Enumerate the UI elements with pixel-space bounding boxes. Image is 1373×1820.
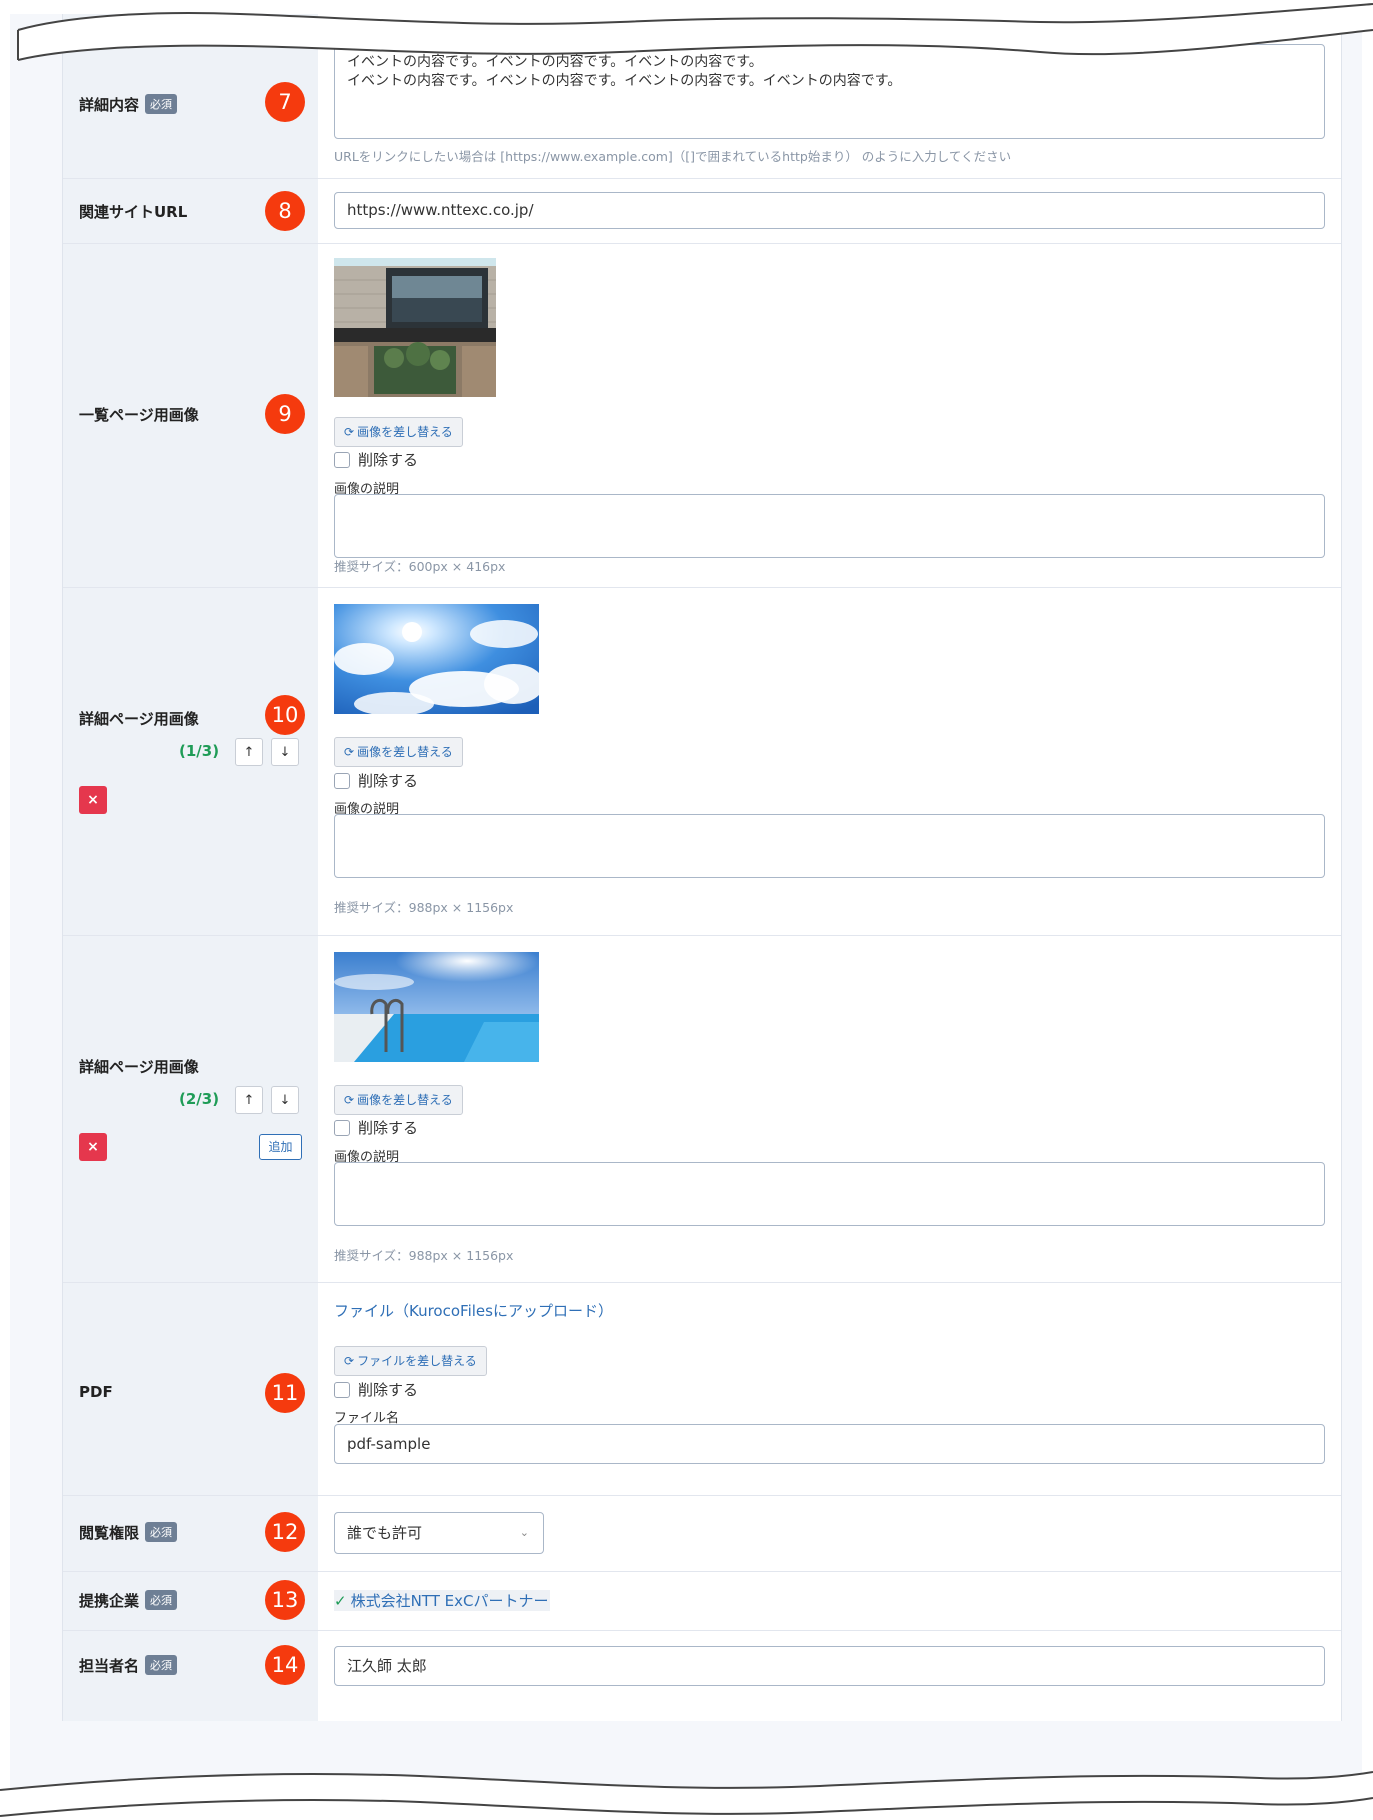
row-partner: 提携企業 必須 13 ✓ 株式会社NTT ExCパートナー [63, 1572, 1341, 1631]
field-label: 閲覧権限 必須 [79, 1522, 178, 1543]
label-cell: 一覧ページ用画像 9 [63, 244, 318, 587]
sky-thumbnail-image [334, 604, 539, 714]
step-number-badge: 11 [265, 1373, 305, 1413]
uploaded-file-link[interactable]: ファイル（KurocoFilesにアップロード） [334, 1300, 613, 1321]
step-number-badge: 9 [265, 394, 305, 434]
delete-checkbox[interactable]: 削除する [334, 1117, 418, 1138]
recommended-size-hint: 推奨サイズ：988px × 1156px [334, 1248, 514, 1263]
field-label: 詳細ページ用画像 [79, 1058, 199, 1076]
image-order-text: (1/3) [179, 742, 220, 760]
required-badge: 必須 [145, 1655, 178, 1675]
label-cell: 担当者名 必須 14 [63, 1631, 318, 1721]
checkbox-box[interactable] [334, 1119, 350, 1136]
replace-image-button[interactable]: ⟳ 画像を差し替える [334, 417, 463, 447]
remove-image-button[interactable]: × [79, 1133, 107, 1161]
delete-checkbox[interactable]: 削除する [334, 1379, 418, 1400]
label-cell: 関連サイトURL 8 [63, 179, 318, 243]
content-cell: ⟳ 画像を差し替える 削除する 画像の説明 推奨サイズ：600px × 416px [318, 244, 1341, 587]
recommended-size-hint: 推奨サイズ：988px × 1156px [334, 900, 514, 915]
row-related-url: 関連サイトURL 8 https://www.nttexc.co.jp/ [63, 179, 1341, 244]
row-permission: 閲覧権限 必須 12 誰でも許可 ⌄ [63, 1496, 1341, 1572]
permission-selected-value: 誰でも許可 [347, 1524, 423, 1542]
add-image-button[interactable]: 追加 [259, 1134, 302, 1160]
replace-file-button[interactable]: ⟳ ファイルを差し替える [334, 1346, 487, 1376]
refresh-icon: ⟳ [344, 1354, 355, 1368]
form-sheet: 詳細内容 必須 7 イベントの内容です。イベントの内容です。イベントの内容です。 … [10, 14, 1362, 1814]
checkbox-box[interactable] [334, 1381, 350, 1398]
remove-image-button[interactable]: × [79, 786, 107, 814]
content-cell: ✓ 株式会社NTT ExCパートナー [318, 1572, 1341, 1630]
step-number-badge: 7 [265, 82, 305, 122]
move-up-button[interactable]: ↑ [235, 738, 263, 766]
field-label: 詳細内容 必須 [79, 94, 178, 115]
delete-checkbox[interactable]: 削除する [334, 449, 418, 470]
step-number-badge: 10 [265, 695, 305, 735]
field-label: 一覧ページ用画像 [79, 406, 199, 424]
refresh-icon: ⟳ [344, 1093, 355, 1107]
refresh-icon: ⟳ [344, 745, 355, 759]
label-cell: PDF 11 [63, 1283, 318, 1495]
required-badge: 必須 [145, 1590, 178, 1610]
content-cell: https://www.nttexc.co.jp/ [318, 179, 1341, 243]
replace-image-button[interactable]: ⟳ 画像を差し替える [334, 1085, 463, 1115]
related-url-input[interactable]: https://www.nttexc.co.jp/ [334, 192, 1325, 229]
permission-select[interactable]: 誰でも許可 ⌄ [334, 1512, 544, 1554]
checkbox-box[interactable] [334, 451, 350, 468]
link-hint-text: URLをリンクにしたい場合は [https://www.example.com]… [334, 149, 1012, 164]
row-detail-image-1: 詳細ページ用画像 10 (1/3) ↑ ↓ × ⟳ 画像を差し替える 削除する … [63, 588, 1341, 936]
required-badge: 必須 [145, 94, 178, 114]
row-list-image: 一覧ページ用画像 9 ⟳ 画像を差し替える 削除する 画像の説明 推奨サイズ：6… [63, 244, 1341, 588]
move-down-button[interactable]: ↓ [271, 1086, 299, 1114]
row-pdf: PDF 11 ファイル（KurocoFilesにアップロード） ⟳ ファイルを差し… [63, 1283, 1341, 1496]
label-cell: 閲覧権限 必須 12 [63, 1496, 318, 1571]
step-number-badge: 12 [265, 1512, 305, 1552]
content-cell: 江久師 太郎 [318, 1631, 1341, 1721]
partner-company-link[interactable]: ✓ 株式会社NTT ExCパートナー [334, 1590, 551, 1611]
required-badge: 必須 [145, 1522, 178, 1542]
field-label: 関連サイトURL [79, 203, 188, 221]
content-cell: ⟳ 画像を差し替える 削除する 画像の説明 推奨サイズ：988px × 1156p… [318, 588, 1341, 935]
chevron-down-icon: ⌄ [519, 1526, 529, 1539]
filename-input[interactable]: pdf-sample [334, 1424, 1325, 1464]
label-cell: 提携企業 必須 13 [63, 1572, 318, 1630]
person-name-input[interactable]: 江久師 太郎 [334, 1646, 1325, 1686]
field-label: 詳細ページ用画像 [79, 710, 199, 728]
replace-image-button[interactable]: ⟳ 画像を差し替える [334, 737, 463, 767]
image-description-textarea[interactable] [334, 1162, 1325, 1226]
field-label: 提携企業 必須 [79, 1590, 178, 1611]
building-thumbnail-image [334, 258, 496, 397]
row-detail-image-2: 詳細ページ用画像 (2/3) ↑ ↓ × 追加 ⟳ 画像を差し替える 削除する … [63, 936, 1341, 1283]
checkbox-box[interactable] [334, 772, 350, 789]
content-cell: ファイル（KurocoFilesにアップロード） ⟳ ファイルを差し替える 削除す… [318, 1283, 1341, 1495]
label-cell: 詳細ページ用画像 (2/3) ↑ ↓ × 追加 [63, 936, 318, 1282]
content-cell: 誰でも許可 ⌄ [318, 1496, 1341, 1571]
edit-form: 詳細内容 必須 7 イベントの内容です。イベントの内容です。イベントの内容です。 … [62, 14, 1342, 1721]
delete-checkbox[interactable]: 削除する [334, 770, 418, 791]
step-number-badge: 8 [265, 191, 305, 231]
row-person: 担当者名 必須 14 江久師 太郎 [63, 1631, 1341, 1721]
move-down-button[interactable]: ↓ [271, 738, 299, 766]
recommended-size-hint: 推奨サイズ：600px × 416px [334, 559, 506, 574]
check-circle-icon: ✓ [334, 1592, 347, 1610]
label-cell: 詳細ページ用画像 10 (1/3) ↑ ↓ × [63, 588, 318, 935]
image-order-text: (2/3) [179, 1090, 220, 1108]
torn-edge-bottom [0, 1771, 1373, 1820]
field-label: PDF [79, 1383, 113, 1401]
step-number-badge: 13 [265, 1580, 305, 1620]
content-cell: ⟳ 画像を差し替える 削除する 画像の説明 推奨サイズ：988px × 1156p… [318, 936, 1341, 1282]
move-up-button[interactable]: ↑ [235, 1086, 263, 1114]
field-label: 担当者名 必須 [79, 1655, 178, 1676]
step-number-badge: 14 [265, 1645, 305, 1685]
pool-thumbnail-image [334, 952, 539, 1062]
detail-text-line: イベントの内容です。イベントの内容です。イベントの内容です。イベントの内容です。 [347, 73, 902, 89]
image-description-textarea[interactable] [334, 494, 1325, 558]
refresh-icon: ⟳ [344, 425, 355, 439]
torn-edge-top [0, 0, 1373, 61]
image-description-textarea[interactable] [334, 814, 1325, 878]
